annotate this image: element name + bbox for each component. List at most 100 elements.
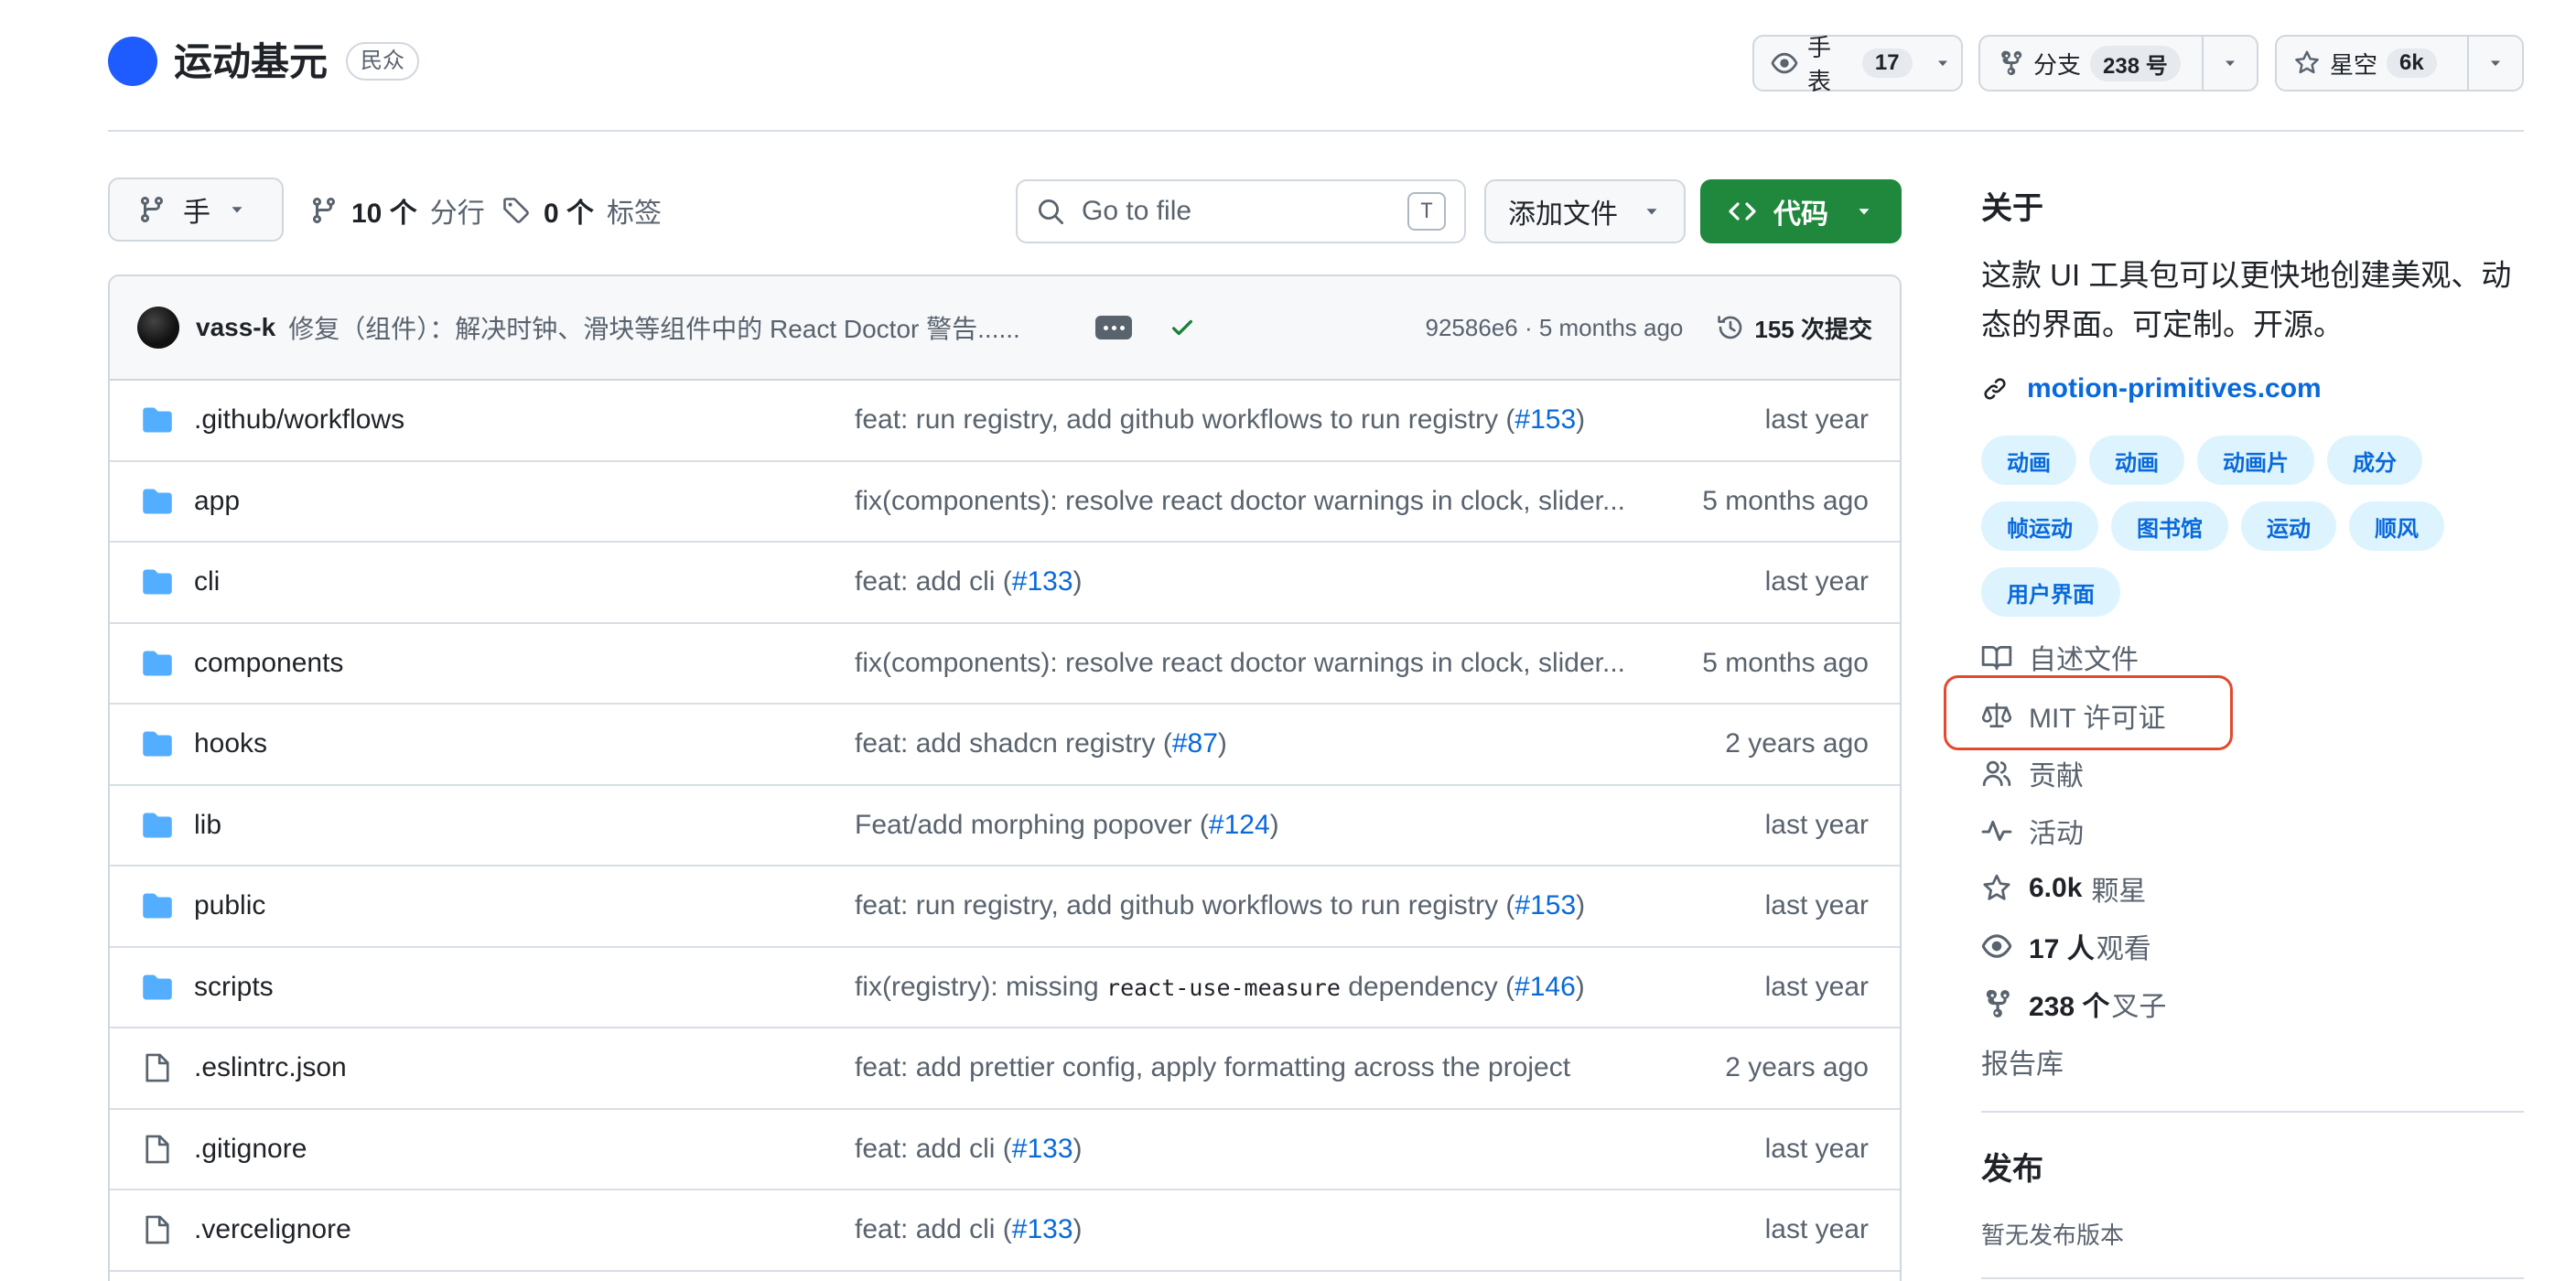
latest-commit-bar: vass-k 修复（组件）：解决时钟、滑块等组件中的 React Doctor … <box>110 276 1900 381</box>
file-name[interactable]: scripts <box>194 972 855 1003</box>
file-name[interactable]: .gitignore <box>194 1134 855 1165</box>
commit-message[interactable]: feat: run registry, add github workflows… <box>855 890 1623 921</box>
header-divider <box>108 130 2524 132</box>
fork-button[interactable]: 分支 238 号 <box>1978 35 2258 92</box>
commit-message[interactable]: feat: add cli (#133) <box>855 566 1623 597</box>
stars-link[interactable]: 6.0k 颗星 <box>1981 868 2146 909</box>
watch-label: 手表 <box>1807 34 1832 95</box>
branch-name: 手 <box>183 198 210 228</box>
pr-link[interactable]: #133 <box>1012 1134 1073 1164</box>
topic-tag[interactable]: 用户界面 <box>1981 567 2120 617</box>
topic-tag[interactable]: 动画片 <box>2197 436 2314 485</box>
add-file-button[interactable]: 添加文件 <box>1484 179 1686 243</box>
check-icon[interactable] <box>1169 314 1196 341</box>
branch-icon <box>137 195 167 224</box>
table-row[interactable]: cli feat: add cli (#133) last year <box>110 543 1900 624</box>
watchers-link[interactable]: 17 人 观看 <box>1981 926 2151 966</box>
chevron-down-icon[interactable] <box>2467 37 2522 90</box>
report-repo-link[interactable]: 报告库 <box>1981 1041 2064 1082</box>
readme-link[interactable]: 自述文件 <box>1981 637 2139 677</box>
table-row[interactable]: hooks feat: add shadcn registry (#87) 2 ye… <box>110 705 1900 786</box>
commit-message[interactable]: feat: add shadcn registry (#87) <box>855 728 1623 759</box>
table-row[interactable]: .gitignore feat: add cli (#133) last year <box>110 1110 1900 1190</box>
file-name[interactable]: .vercelignore <box>194 1214 855 1245</box>
commit-date: 5 months ago <box>1702 485 1869 516</box>
avatar[interactable] <box>137 307 179 349</box>
go-to-file-input[interactable]: Go to file T <box>1016 179 1466 243</box>
pr-link[interactable]: #153 <box>1514 890 1576 920</box>
commits-count: 155 次提交 <box>1754 315 1872 343</box>
star-button[interactable]: 星空 6k <box>2275 35 2524 92</box>
commit-message[interactable]: feat: add cli (#133) <box>855 1134 1623 1165</box>
owner-avatar[interactable] <box>108 37 157 86</box>
file-name[interactable]: app <box>194 486 855 517</box>
activity-link[interactable]: 活动 <box>1981 811 2084 851</box>
folder-icon <box>141 971 174 1004</box>
table-row[interactable]: .eslintrc.json feat: add prettier config,… <box>110 1028 1900 1110</box>
commit-message[interactable]: fix(components): resolve react doctor wa… <box>855 648 1623 679</box>
chevron-down-icon[interactable] <box>2202 37 2257 90</box>
pr-link[interactable]: #146 <box>1514 972 1576 1002</box>
table-row[interactable]: scripts fix(registry): missing react-use-… <box>110 948 1900 1028</box>
topic-tag[interactable]: 图书馆 <box>2111 501 2228 551</box>
commits-link[interactable]: 155 次提交 <box>1716 311 1872 345</box>
pr-link[interactable]: #153 <box>1514 404 1576 435</box>
branches-count: 10 个 <box>351 199 417 229</box>
inline-code: react-use-measure <box>1106 974 1341 1001</box>
chevron-down-icon <box>227 199 247 220</box>
file-name[interactable]: .eslintrc.json <box>194 1052 855 1083</box>
contributing-link[interactable]: 贡献 <box>1981 753 2084 793</box>
website-url: motion-primitives.com <box>2027 373 2322 404</box>
chevron-down-icon[interactable] <box>1925 37 1961 90</box>
file-name[interactable]: cli <box>194 566 855 597</box>
code-button[interactable]: 代码 <box>1700 179 1902 243</box>
commit-message[interactable]: feat: add cli (#133) <box>855 1214 1623 1245</box>
topic-tag[interactable]: 顺风 <box>2349 501 2444 551</box>
commit-sha-time[interactable]: 92586e6 · 5 months ago <box>1426 314 1684 342</box>
topic-tag[interactable]: 运动 <box>2241 501 2336 551</box>
commit-author[interactable]: vass-k <box>196 313 275 342</box>
code-icon <box>1728 197 1757 226</box>
file-name[interactable]: .github/workflows <box>194 404 855 436</box>
table-row[interactable]: public feat: run registry, add github wor… <box>110 867 1900 948</box>
license-highlight-box <box>1944 675 2233 750</box>
topic-tag[interactable]: 成分 <box>2327 436 2422 485</box>
table-row[interactable]: components fix(components): resolve react… <box>110 624 1900 705</box>
watch-count: 17 <box>1861 48 1913 78</box>
file-name[interactable]: public <box>194 890 855 921</box>
watch-button[interactable]: 手表 17 <box>1752 34 1963 95</box>
pr-link[interactable]: #133 <box>1012 566 1073 597</box>
commit-message[interactable]: feat: add prettier config, apply formatt… <box>855 1052 1623 1083</box>
branches-link[interactable]: 10 个 分行 <box>309 190 485 231</box>
tags-link[interactable]: 0 个 标签 <box>501 190 662 231</box>
table-row[interactable]: .github/workflows feat: run registry, add… <box>110 381 1900 462</box>
website-link[interactable]: motion-primitives.com <box>1981 373 2322 404</box>
commit-message[interactable]: fix(registry): missing react-use-measure… <box>855 972 1623 1003</box>
table-row[interactable]: .vercelignore feat: add cli (#133) last ye… <box>110 1190 1900 1272</box>
repo-name[interactable]: 运动基元 <box>174 38 328 86</box>
about-description: 这款 UI 工具包可以更快地创建美观、动态的界面。可定制。开源。 <box>1981 258 2512 341</box>
file-name[interactable]: hooks <box>194 728 855 759</box>
topic-tag[interactable]: 帧运动 <box>1981 501 2098 551</box>
commit-date: last year <box>1764 566 1869 597</box>
topic-tag[interactable]: 动画 <box>2089 436 2184 485</box>
file-icon <box>141 1213 174 1246</box>
releases-heading[interactable]: 发布 <box>1981 1144 2043 1189</box>
expand-commit-button[interactable] <box>1095 316 1133 339</box>
commit-message[interactable]: feat: run registry, add github workflows… <box>855 404 1623 436</box>
commit-message[interactable]: 修复（组件）：解决时钟、滑块等组件中的 React Doctor 警告.....… <box>288 309 1075 346</box>
file-name[interactable]: components <box>194 648 855 679</box>
branch-selector[interactable]: 手 <box>108 178 284 242</box>
pr-link[interactable]: #124 <box>1209 810 1270 840</box>
table-row[interactable]: lib Feat/add morphing popover (#124) last … <box>110 786 1900 867</box>
commit-message[interactable]: Feat/add morphing popover (#124) <box>855 810 1623 841</box>
file-name[interactable]: lib <box>194 810 855 841</box>
stars-label: 颗星 <box>2091 877 2147 907</box>
forks-link[interactable]: 238 个 叉子 <box>1981 984 2166 1024</box>
commit-message[interactable]: fix(components): resolve react doctor wa… <box>855 486 1623 517</box>
table-row[interactable]: app fix(components): resolve react doctor… <box>110 462 1900 543</box>
pr-link[interactable]: #87 <box>1172 728 1218 759</box>
pr-link[interactable]: #133 <box>1012 1214 1073 1244</box>
commit-date: 5 months ago <box>1702 647 1869 678</box>
topic-tag[interactable]: 动画 <box>1981 436 2076 485</box>
